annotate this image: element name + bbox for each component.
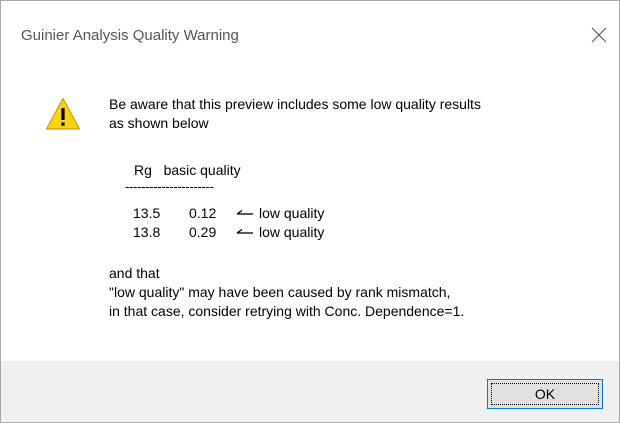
warning-icon (45, 97, 81, 130)
rg-value: 13.5 (133, 205, 161, 221)
ok-button-label: OK (534, 386, 556, 402)
dialog-title: Guinier Analysis Quality Warning (21, 27, 239, 44)
ok-button[interactable]: OK (487, 379, 603, 409)
message-line-1: Be aware that this preview includes some… (109, 96, 481, 112)
arrow-left-icon (236, 210, 253, 215)
message-line-4: "low quality" may have been caused by ra… (109, 284, 451, 300)
dialog-body: Be aware that this preview includes some… (1, 65, 619, 361)
quality-note: low quality (259, 205, 325, 221)
close-icon (591, 27, 607, 43)
table-separator: ---------------------- (125, 179, 214, 194)
arrow-left-icon (236, 229, 253, 234)
warning-dialog: Guinier Analysis Quality Warning Be awar… (0, 0, 620, 423)
message-line-5: in that case, consider retrying with Con… (109, 303, 465, 319)
quality-value: 0.29 (189, 224, 217, 240)
button-bar: OK (1, 361, 619, 422)
quality-value: 0.12 (189, 205, 217, 221)
close-button[interactable] (585, 19, 615, 51)
message-line-3: and that (109, 265, 160, 281)
message-line-2: as shown below (109, 115, 209, 131)
rg-value: 13.8 (133, 224, 161, 240)
quality-note: low quality (259, 224, 325, 240)
title-bar: Guinier Analysis Quality Warning (1, 1, 619, 65)
